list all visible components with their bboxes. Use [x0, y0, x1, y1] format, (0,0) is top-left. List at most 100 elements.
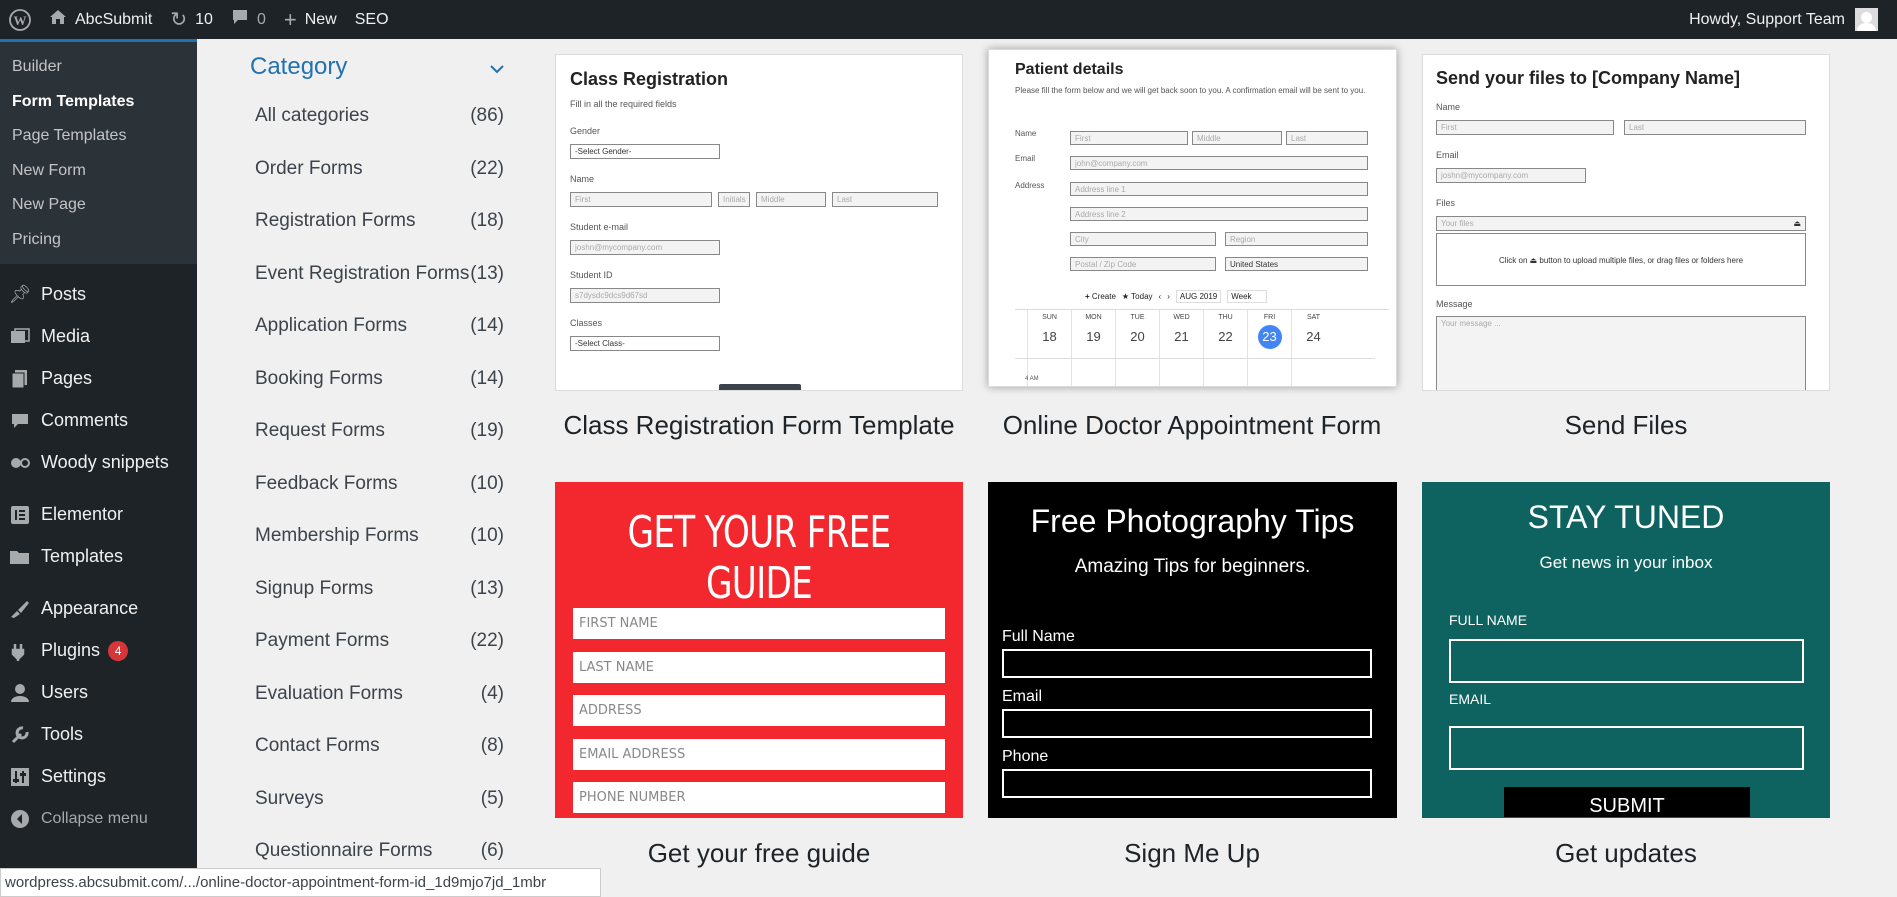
category-item[interactable]: Payment Forms (22)	[250, 615, 510, 668]
category-count: (13)	[470, 577, 504, 599]
comments-link[interactable]: 0	[222, 0, 275, 39]
submenu-page-templates[interactable]: Page Templates	[0, 119, 197, 154]
svg-text:W: W	[14, 13, 27, 28]
preview-input: Middle	[1192, 131, 1282, 145]
template-card-class-registration[interactable]: Class Registration Fill in all the requi…	[555, 54, 963, 391]
calendar-month: AUG	[1179, 292, 1198, 301]
updates-link[interactable]: ↻ 10	[161, 0, 222, 39]
category-item[interactable]: Registration Forms (18)	[250, 195, 510, 248]
next-icon: ›	[1167, 292, 1170, 301]
your-files-label: Your files	[1441, 219, 1474, 228]
menu-elementor[interactable]: Elementor	[0, 494, 197, 536]
preview-label: EMAIL	[1449, 691, 1492, 707]
category-item[interactable]: Evaluation Forms (4)	[250, 668, 510, 721]
site-name-link[interactable]: AbcSubmit	[40, 0, 161, 39]
category-count: (14)	[470, 367, 504, 389]
menu-appearance[interactable]: Appearance	[0, 588, 197, 630]
preview-input: Region	[1225, 232, 1368, 246]
calendar-date: 18	[1042, 329, 1057, 344]
template-title[interactable]: Get your free guide	[549, 838, 969, 869]
category-item[interactable]: Surveys (5)	[250, 773, 510, 826]
preview-input	[1449, 726, 1804, 770]
menu-users[interactable]: Users	[0, 672, 197, 714]
preview-label: Name	[570, 174, 595, 184]
create-button: + Create	[1085, 292, 1116, 301]
category-item[interactable]: Feedback Forms (10)	[250, 458, 510, 511]
menu-templates[interactable]: Templates	[0, 536, 197, 578]
calendar-date: 19	[1086, 329, 1101, 344]
template-card-photography[interactable]: Free Photography Tips Amazing Tips for b…	[988, 482, 1397, 818]
menu-label: Templates	[41, 546, 124, 567]
preview-label: Classes	[570, 318, 603, 328]
preview-label: Student e-mail	[570, 222, 629, 232]
template-card-updates[interactable]: STAY TUNED Get news in your inbox FULL N…	[1422, 482, 1830, 818]
calendar-day: WED 21	[1159, 310, 1203, 386]
submenu-builder[interactable]: Builder	[0, 50, 197, 85]
my-account[interactable]: Howdy, Support Team	[1680, 0, 1887, 39]
comments-count: 0	[256, 10, 266, 28]
comment-icon	[8, 409, 32, 433]
calendar-day: MON 19	[1071, 310, 1115, 386]
category-item[interactable]: Event Registration Forms (13)	[250, 248, 510, 301]
preview-input: Address line 2	[1070, 207, 1368, 221]
preview-subtitle: Get news in your inbox	[1539, 553, 1713, 572]
category-item[interactable]: Signup Forms (13)	[250, 563, 510, 616]
calendar-day: SAT 24	[1291, 310, 1335, 386]
menu-comments[interactable]: Comments	[0, 400, 197, 442]
category-header[interactable]: Category	[250, 50, 510, 84]
category-count: (86)	[470, 105, 504, 127]
template-title[interactable]: Send Files	[1416, 410, 1836, 441]
wordpress-logo-icon[interactable]: W	[0, 0, 40, 39]
menu-label: Appearance	[41, 598, 139, 619]
category-item[interactable]: Contact Forms (8)	[250, 720, 510, 773]
seo-link[interactable]: SEO	[346, 0, 398, 39]
category-item[interactable]: Request Forms (19)	[250, 405, 510, 458]
prev-icon: ‹	[1158, 292, 1162, 301]
admin-bar: W AbcSubmit ↻ 10 0 + New SEO Howdy, Supp…	[0, 0, 1897, 39]
menu-plugins[interactable]: Plugins 4	[0, 630, 197, 672]
category-item[interactable]: Booking Forms (14)	[250, 353, 510, 406]
snippet-icon	[8, 451, 32, 475]
collapse-menu-button[interactable]: Collapse menu	[0, 798, 197, 840]
menu-pages[interactable]: Pages	[0, 358, 197, 400]
template-title[interactable]: Class Registration Form Template	[549, 410, 969, 441]
new-label: New	[304, 10, 337, 28]
calendar-day-name: SUN	[1042, 314, 1057, 321]
updates-count: 10	[195, 10, 213, 28]
category-item[interactable]: Membership Forms (10)	[250, 510, 510, 563]
howdy-text: Howdy, Support Team	[1689, 10, 1845, 28]
submenu-new-form[interactable]: New Form	[0, 154, 197, 189]
submenu-pricing[interactable]: Pricing	[0, 223, 197, 258]
category-name: Registration Forms	[255, 210, 416, 232]
refresh-icon: ↻	[170, 9, 188, 31]
menu-settings[interactable]: Settings	[0, 756, 197, 798]
upload-icon: ⏏	[1793, 219, 1801, 228]
category-item[interactable]: Order Forms (22)	[250, 143, 510, 196]
template-card-send-files[interactable]: Send your files to [Company Name] Name F…	[1422, 54, 1830, 391]
category-count: (22)	[470, 157, 504, 179]
preview-label: Message	[1436, 299, 1473, 309]
menu-tools[interactable]: Tools	[0, 714, 197, 756]
menu-woody-snippets[interactable]: Woody snippets	[0, 442, 197, 484]
template-title[interactable]: Sign Me Up	[982, 838, 1402, 869]
category-item[interactable]: All categories (86)	[250, 90, 510, 143]
template-title[interactable]: Online Doctor Appointment Form	[982, 410, 1402, 441]
submenu-new-page[interactable]: New Page	[0, 188, 197, 223]
submenu-form-templates[interactable]: Form Templates	[0, 85, 197, 120]
category-item[interactable]: Application Forms (14)	[250, 300, 510, 353]
menu-label: Tools	[41, 724, 84, 745]
calendar-date: 21	[1174, 329, 1189, 344]
template-card-doctor-appointment[interactable]: Patient details Please fill the form bel…	[988, 49, 1397, 387]
preview-subtitle: Please fill the form below and we will g…	[1015, 86, 1366, 95]
calendar-day: THU 22	[1203, 310, 1247, 386]
menu-posts[interactable]: 📌︎ Posts	[0, 274, 197, 316]
calendar-day-name: TUE	[1130, 314, 1145, 321]
template-card-free-guide[interactable]: GET YOUR FREE GUIDE FIRST NAME LAST NAME A…	[555, 482, 963, 818]
category-count: (10)	[470, 472, 504, 494]
menu-media[interactable]: Media	[0, 316, 197, 358]
new-content-link[interactable]: + New	[275, 0, 346, 39]
template-title[interactable]: Get updates	[1416, 838, 1836, 869]
calendar-time: 4 AM	[1025, 376, 1039, 382]
category-count: (14)	[470, 315, 504, 337]
category-count: (22)	[470, 630, 504, 652]
